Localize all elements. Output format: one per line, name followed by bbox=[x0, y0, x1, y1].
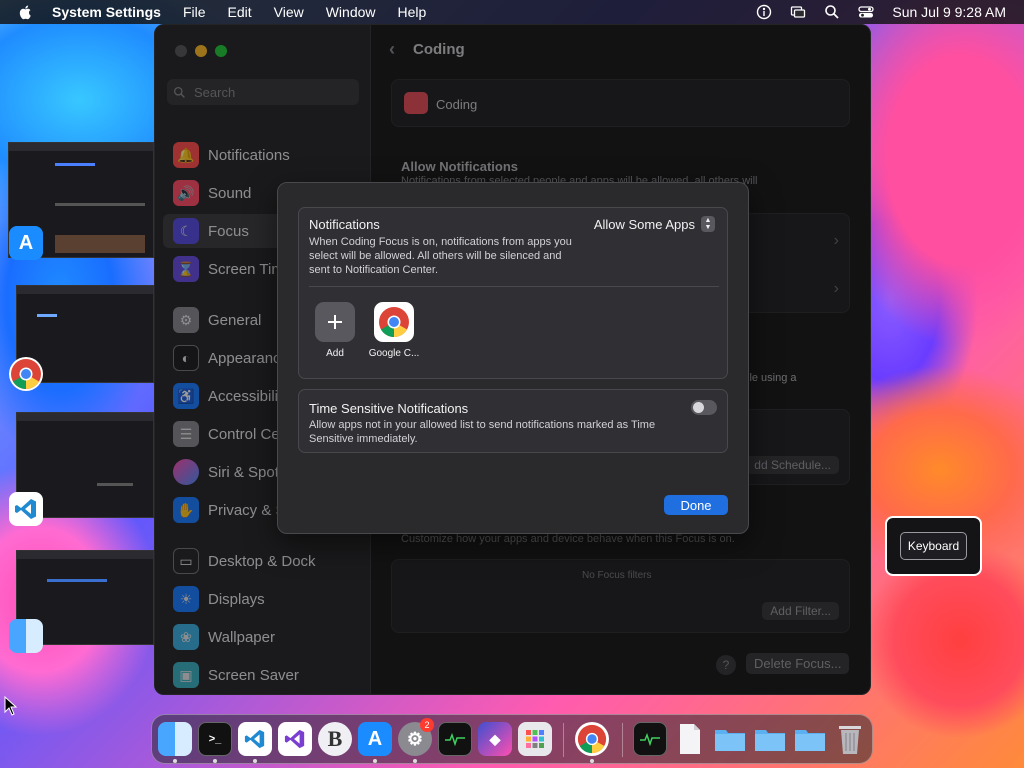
mouse-cursor-icon bbox=[4, 696, 18, 716]
time-sensitive-title: Time Sensitive Notifications bbox=[309, 401, 469, 416]
keyboard-hud: Keyboard bbox=[885, 516, 982, 576]
dock-bbedit-icon[interactable]: B bbox=[318, 722, 352, 756]
done-button[interactable]: Done bbox=[664, 495, 728, 515]
menu-file[interactable]: File bbox=[183, 4, 206, 20]
dock-activity-monitor-icon[interactable] bbox=[438, 722, 472, 756]
thumb-title-bar bbox=[17, 286, 153, 294]
dock-folder-icon[interactable] bbox=[793, 722, 827, 756]
allow-some-apps-popup[interactable]: Allow Some Apps ▲ ▼ bbox=[594, 216, 715, 232]
dock-folder-icon[interactable] bbox=[713, 722, 747, 756]
popup-value: Allow Some Apps bbox=[593, 216, 695, 232]
running-indicator bbox=[173, 759, 177, 763]
dock-shortcuts-icon[interactable]: ◆ bbox=[478, 722, 512, 756]
menu-window[interactable]: Window bbox=[326, 4, 376, 20]
plus-icon bbox=[315, 302, 355, 342]
finder-icon[interactable] bbox=[9, 619, 43, 653]
notifications-box: Notifications Allow Some Apps ▲ ▼ When Co… bbox=[298, 207, 728, 379]
dock-activity-monitor-recent-icon[interactable] bbox=[633, 722, 667, 756]
thumb-title-bar bbox=[17, 413, 153, 421]
dock: >_ B A ⚙ 2 ◆ bbox=[151, 714, 873, 764]
screen-mirroring-icon[interactable] bbox=[790, 4, 806, 20]
chrome-logo bbox=[11, 359, 41, 389]
thumb-content bbox=[37, 314, 57, 317]
dock-app-store-icon[interactable]: A bbox=[358, 722, 392, 756]
chrome-app-label: Google C... bbox=[368, 348, 420, 359]
thumb-content bbox=[47, 579, 107, 582]
add-app-button[interactable]: Add bbox=[305, 302, 365, 359]
menu-edit[interactable]: Edit bbox=[228, 4, 252, 20]
dock-document-icon[interactable] bbox=[673, 722, 707, 756]
dock-launchpad-icon[interactable] bbox=[518, 722, 552, 756]
chrome-icon bbox=[374, 302, 414, 342]
running-indicator bbox=[253, 759, 257, 763]
thumb-title-bar bbox=[9, 143, 153, 151]
dock-terminal-icon[interactable]: >_ bbox=[198, 722, 232, 756]
dock-trash-icon[interactable] bbox=[833, 722, 867, 756]
menu-clock[interactable]: Sun Jul 9 9:28 AM bbox=[892, 4, 1006, 20]
thumb-content bbox=[55, 235, 145, 253]
vscode-icon[interactable] bbox=[9, 492, 43, 526]
accessibility-status-icon[interactable] bbox=[756, 4, 772, 20]
menu-bar: System Settings File Edit View Window He… bbox=[0, 0, 1024, 24]
time-sensitive-toggle[interactable] bbox=[691, 400, 717, 415]
menu-help[interactable]: Help bbox=[398, 4, 427, 20]
popup-stepper-icon: ▲ ▼ bbox=[701, 216, 715, 232]
notification-badge: 2 bbox=[420, 718, 434, 732]
add-app-label: Add bbox=[326, 348, 344, 359]
dock-visual-studio-icon[interactable] bbox=[278, 722, 312, 756]
vscode-logo bbox=[15, 499, 36, 519]
running-indicator bbox=[413, 759, 417, 763]
dock-vscode-icon[interactable] bbox=[238, 722, 272, 756]
dock-folder-icon[interactable] bbox=[753, 722, 787, 756]
control-center-icon[interactable] bbox=[858, 4, 875, 20]
notifications-desc: When Coding Focus is on, notifications f… bbox=[309, 236, 572, 276]
thumb-content bbox=[97, 483, 133, 486]
keyboard-label: Keyboard bbox=[899, 532, 968, 560]
notifications-sheet: Notifications Allow Some Apps ▲ ▼ When Co… bbox=[277, 182, 749, 534]
toggle-knob bbox=[693, 402, 704, 413]
time-sensitive-box: Time Sensitive Notifications Allow apps … bbox=[298, 389, 728, 453]
dock-separator bbox=[563, 723, 564, 757]
notifications-title: Notifications bbox=[309, 217, 380, 232]
allowed-app-chrome[interactable]: Google C... bbox=[364, 302, 424, 359]
running-indicator bbox=[213, 759, 217, 763]
thumb-title-bar bbox=[17, 551, 153, 559]
divider bbox=[309, 286, 719, 287]
apple-icon[interactable] bbox=[18, 4, 34, 20]
spotlight-search-icon[interactable] bbox=[824, 4, 840, 20]
running-indicator bbox=[373, 759, 377, 763]
menu-view[interactable]: View bbox=[274, 4, 304, 20]
dock-chrome-icon[interactable] bbox=[575, 722, 609, 756]
menu-app-name[interactable]: System Settings bbox=[52, 4, 161, 20]
app-store-icon[interactable]: A bbox=[9, 226, 43, 260]
thumb-content bbox=[55, 163, 95, 166]
dock-separator bbox=[622, 723, 623, 757]
thumb-content bbox=[55, 203, 145, 206]
chrome-icon[interactable] bbox=[9, 357, 43, 391]
running-indicator bbox=[590, 759, 594, 763]
time-sensitive-desc: Allow apps not in your allowed list to s… bbox=[309, 419, 656, 445]
dock-finder-icon[interactable] bbox=[158, 722, 192, 756]
